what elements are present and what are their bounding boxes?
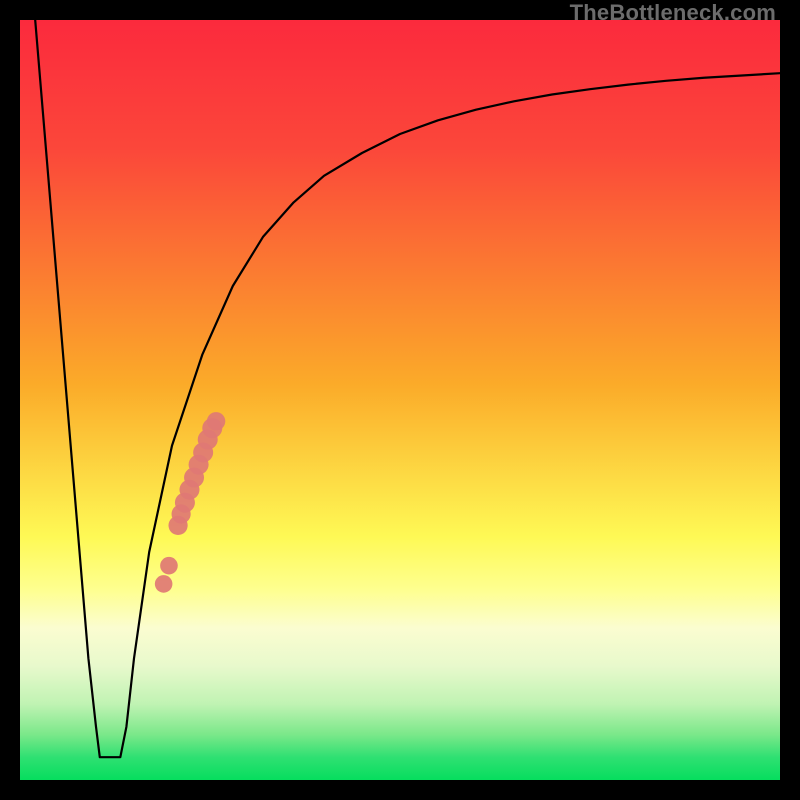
- bottleneck-chart: [20, 20, 780, 780]
- data-dot: [155, 575, 173, 593]
- data-dot: [207, 412, 225, 430]
- data-dot: [160, 557, 178, 575]
- plot-area: [20, 20, 780, 780]
- chart-frame: TheBottleneck.com: [0, 0, 800, 800]
- watermark-text: TheBottleneck.com: [570, 0, 776, 26]
